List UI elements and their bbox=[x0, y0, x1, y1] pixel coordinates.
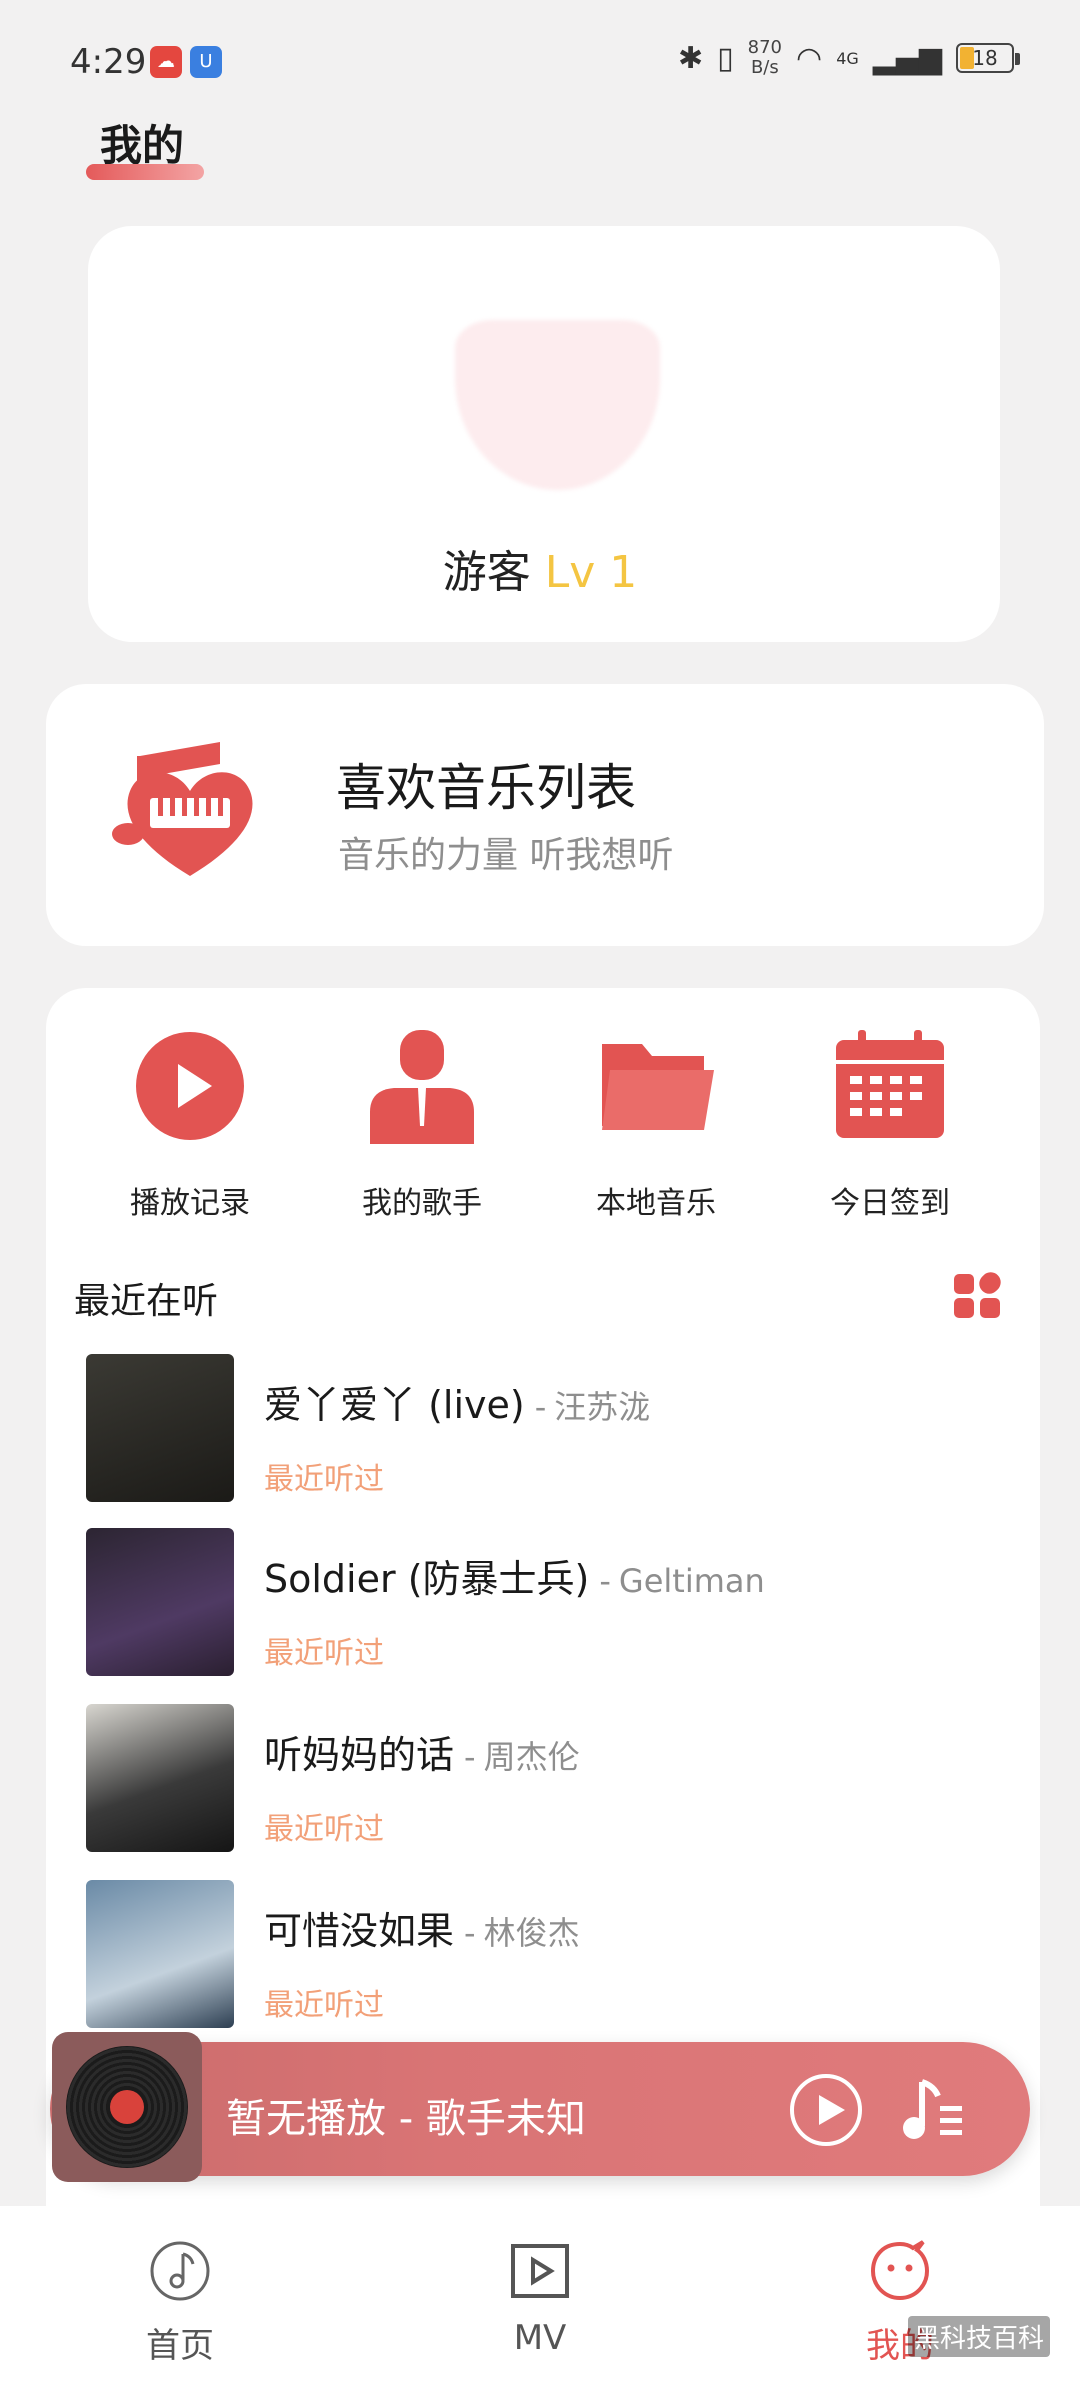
vinyl-icon bbox=[66, 2046, 188, 2168]
play-circle-icon bbox=[136, 1032, 244, 1140]
song-row[interactable]: 听妈妈的话 - 周杰伦 最近听过 bbox=[86, 1704, 986, 1852]
recent-tag: 最近听过 bbox=[264, 1636, 384, 1671]
title-underline bbox=[86, 164, 204, 180]
video-icon bbox=[511, 2244, 569, 2298]
song-title-row: 听妈妈的话 - 周杰伦 bbox=[264, 1733, 580, 1777]
recent-tag: 最近听过 bbox=[264, 1988, 384, 2023]
quick-play-history[interactable]: 播放记录 bbox=[90, 1026, 290, 1222]
play-button[interactable] bbox=[790, 2074, 862, 2146]
nav-mv[interactable]: MV bbox=[470, 2240, 610, 2358]
song-row[interactable]: 可惜没如果 - 林俊杰 最近听过 bbox=[86, 1880, 986, 2028]
quick-my-singers[interactable]: 我的歌手 bbox=[322, 1026, 522, 1222]
recent-title: 最近在听 bbox=[74, 1281, 219, 1322]
quick-daily-checkin[interactable]: 今日签到 bbox=[790, 1026, 990, 1222]
album-cover bbox=[86, 1528, 234, 1676]
profile-name-row: 游客 Lv 1 bbox=[0, 536, 1080, 600]
bluetooth-icon: ✱ bbox=[678, 40, 704, 76]
quick-local-music[interactable]: 本地音乐 bbox=[556, 1026, 756, 1222]
song-title-row: 可惜没如果 - 林俊杰 bbox=[264, 1909, 580, 1953]
song-artist: 汪苏泷 bbox=[554, 1388, 651, 1426]
song-title: Soldier (防暴士兵) bbox=[264, 1557, 590, 1601]
network-type: 4G bbox=[836, 48, 859, 68]
grid-icon[interactable] bbox=[952, 1270, 1002, 1320]
favorites-title: 喜欢音乐列表 bbox=[336, 759, 636, 817]
net-rate: 870 B/s bbox=[747, 37, 783, 78]
song-artist: 周杰伦 bbox=[483, 1738, 580, 1776]
song-title: 可惜没如果 bbox=[264, 1909, 455, 1953]
signal-icon: ▂▄▆ bbox=[872, 40, 942, 76]
song-row[interactable]: Soldier (防暴士兵) - Geltiman 最近听过 bbox=[86, 1528, 986, 1676]
screen: 4:29 ☁ U ✱ ▯ 870 B/s ◠ 4G ▂▄▆ 18 我的 游客 Lv… bbox=[0, 0, 1080, 2382]
album-cover bbox=[86, 1880, 234, 2028]
song-title: 听妈妈的话 bbox=[264, 1733, 455, 1777]
player-disc[interactable] bbox=[52, 2032, 202, 2182]
quick-label: 今日签到 bbox=[830, 1186, 950, 1221]
music-note-icon bbox=[150, 2241, 210, 2301]
status-time: 4:29 bbox=[70, 42, 147, 82]
mine-icon bbox=[870, 2240, 930, 2301]
heart-piano-icon bbox=[112, 742, 253, 876]
quick-label: 播放记录 bbox=[130, 1186, 250, 1221]
recent-tag: 最近听过 bbox=[264, 1812, 384, 1847]
singer-icon bbox=[370, 1030, 474, 1144]
wifi-icon: ◠ bbox=[796, 40, 823, 76]
battery-icon: 18 bbox=[956, 43, 1020, 73]
avatar[interactable] bbox=[455, 320, 660, 490]
app-notification-icon: ☁ bbox=[150, 46, 182, 78]
shield-notification-icon: U bbox=[190, 46, 222, 78]
favorites-subtitle: 音乐的力量 听我想听 bbox=[338, 835, 674, 876]
profile-level: Lv 1 bbox=[544, 547, 638, 598]
song-title: 爱丫爱丫 (live) bbox=[264, 1383, 525, 1427]
nav-home[interactable]: 首页 bbox=[110, 2240, 250, 2367]
nav-label: 首页 bbox=[146, 2326, 214, 2366]
recent-tag: 最近听过 bbox=[264, 1462, 384, 1497]
song-row[interactable]: 爱丫爱丫 (live) - 汪苏泷 最近听过 bbox=[86, 1354, 986, 1502]
playlist-icon[interactable] bbox=[900, 2076, 964, 2144]
album-cover bbox=[86, 1354, 234, 1502]
album-cover bbox=[86, 1704, 234, 1852]
status-right: ✱ ▯ 870 B/s ◠ 4G ▂▄▆ 18 bbox=[678, 37, 1020, 78]
player-now-playing: 暂无播放 - 歌手未知 bbox=[226, 2096, 586, 2142]
nav-label: MV bbox=[513, 2318, 567, 2358]
status-bar: 4:29 ☁ U ✱ ▯ 870 B/s ◠ 4G ▂▄▆ 18 bbox=[0, 0, 1080, 110]
quick-label: 我的歌手 bbox=[362, 1186, 482, 1221]
watermark: 黑科技百科 bbox=[908, 2316, 1051, 2357]
avatar-placeholder-icon bbox=[455, 320, 660, 490]
song-artist: Geltiman bbox=[618, 1562, 765, 1600]
vibrate-icon: ▯ bbox=[717, 40, 734, 76]
profile-name: 游客 bbox=[442, 547, 531, 598]
calendar-icon bbox=[836, 1030, 944, 1138]
quick-label: 本地音乐 bbox=[596, 1186, 716, 1221]
song-title-row: Soldier (防暴士兵) - Geltiman bbox=[264, 1557, 765, 1601]
folder-icon bbox=[602, 1044, 714, 1130]
song-title-row: 爱丫爱丫 (live) - 汪苏泷 bbox=[264, 1383, 651, 1427]
song-artist: 林俊杰 bbox=[483, 1914, 580, 1952]
